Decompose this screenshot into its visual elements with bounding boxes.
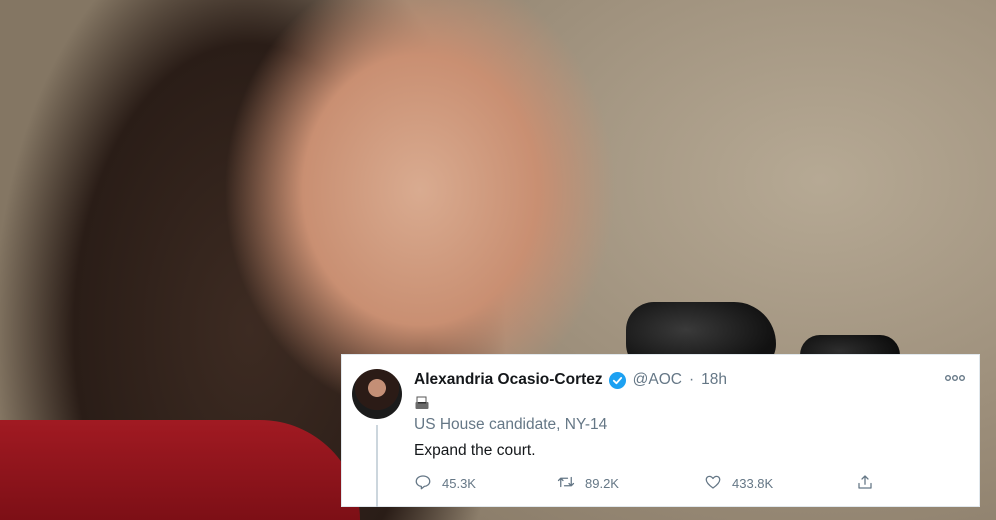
reply-button[interactable]: 45.3K <box>414 473 476 494</box>
share-button[interactable] <box>856 473 874 494</box>
like-icon <box>704 473 722 494</box>
meta-separator: · <box>688 371 695 388</box>
author-name[interactable]: Alexandria Ocasio-Cortez <box>414 371 603 389</box>
tweet-card[interactable]: Alexandria Ocasio-Cortez @AOC · 18h US H… <box>341 354 980 507</box>
red-garment <box>0 420 360 520</box>
tweet-actions: 45.3K 89.2K 433.8K <box>414 473 884 495</box>
more-horizontal-icon[interactable] <box>945 369 965 385</box>
tweet-text: Expand the court. <box>414 442 536 459</box>
like-count: 433.8K <box>732 476 774 491</box>
like-button[interactable]: 433.8K <box>704 473 773 494</box>
retweet-count: 89.2K <box>585 476 619 491</box>
author-handle[interactable]: @AOC <box>633 371 682 389</box>
reply-count: 45.3K <box>442 476 476 491</box>
reply-icon <box>414 473 432 494</box>
thread-line <box>376 425 378 507</box>
tweet-time[interactable]: 18h <box>701 371 727 389</box>
author-bio: US House candidate, NY-14 <box>414 416 608 433</box>
retweet-button[interactable]: 89.2K <box>557 473 619 494</box>
ballot-box-icon <box>414 395 430 411</box>
verified-badge-icon <box>608 371 626 389</box>
retweet-icon <box>557 473 575 494</box>
avatar[interactable] <box>352 369 402 419</box>
share-icon <box>856 473 874 494</box>
tweet-header: Alexandria Ocasio-Cortez @AOC · 18h <box>414 369 727 391</box>
